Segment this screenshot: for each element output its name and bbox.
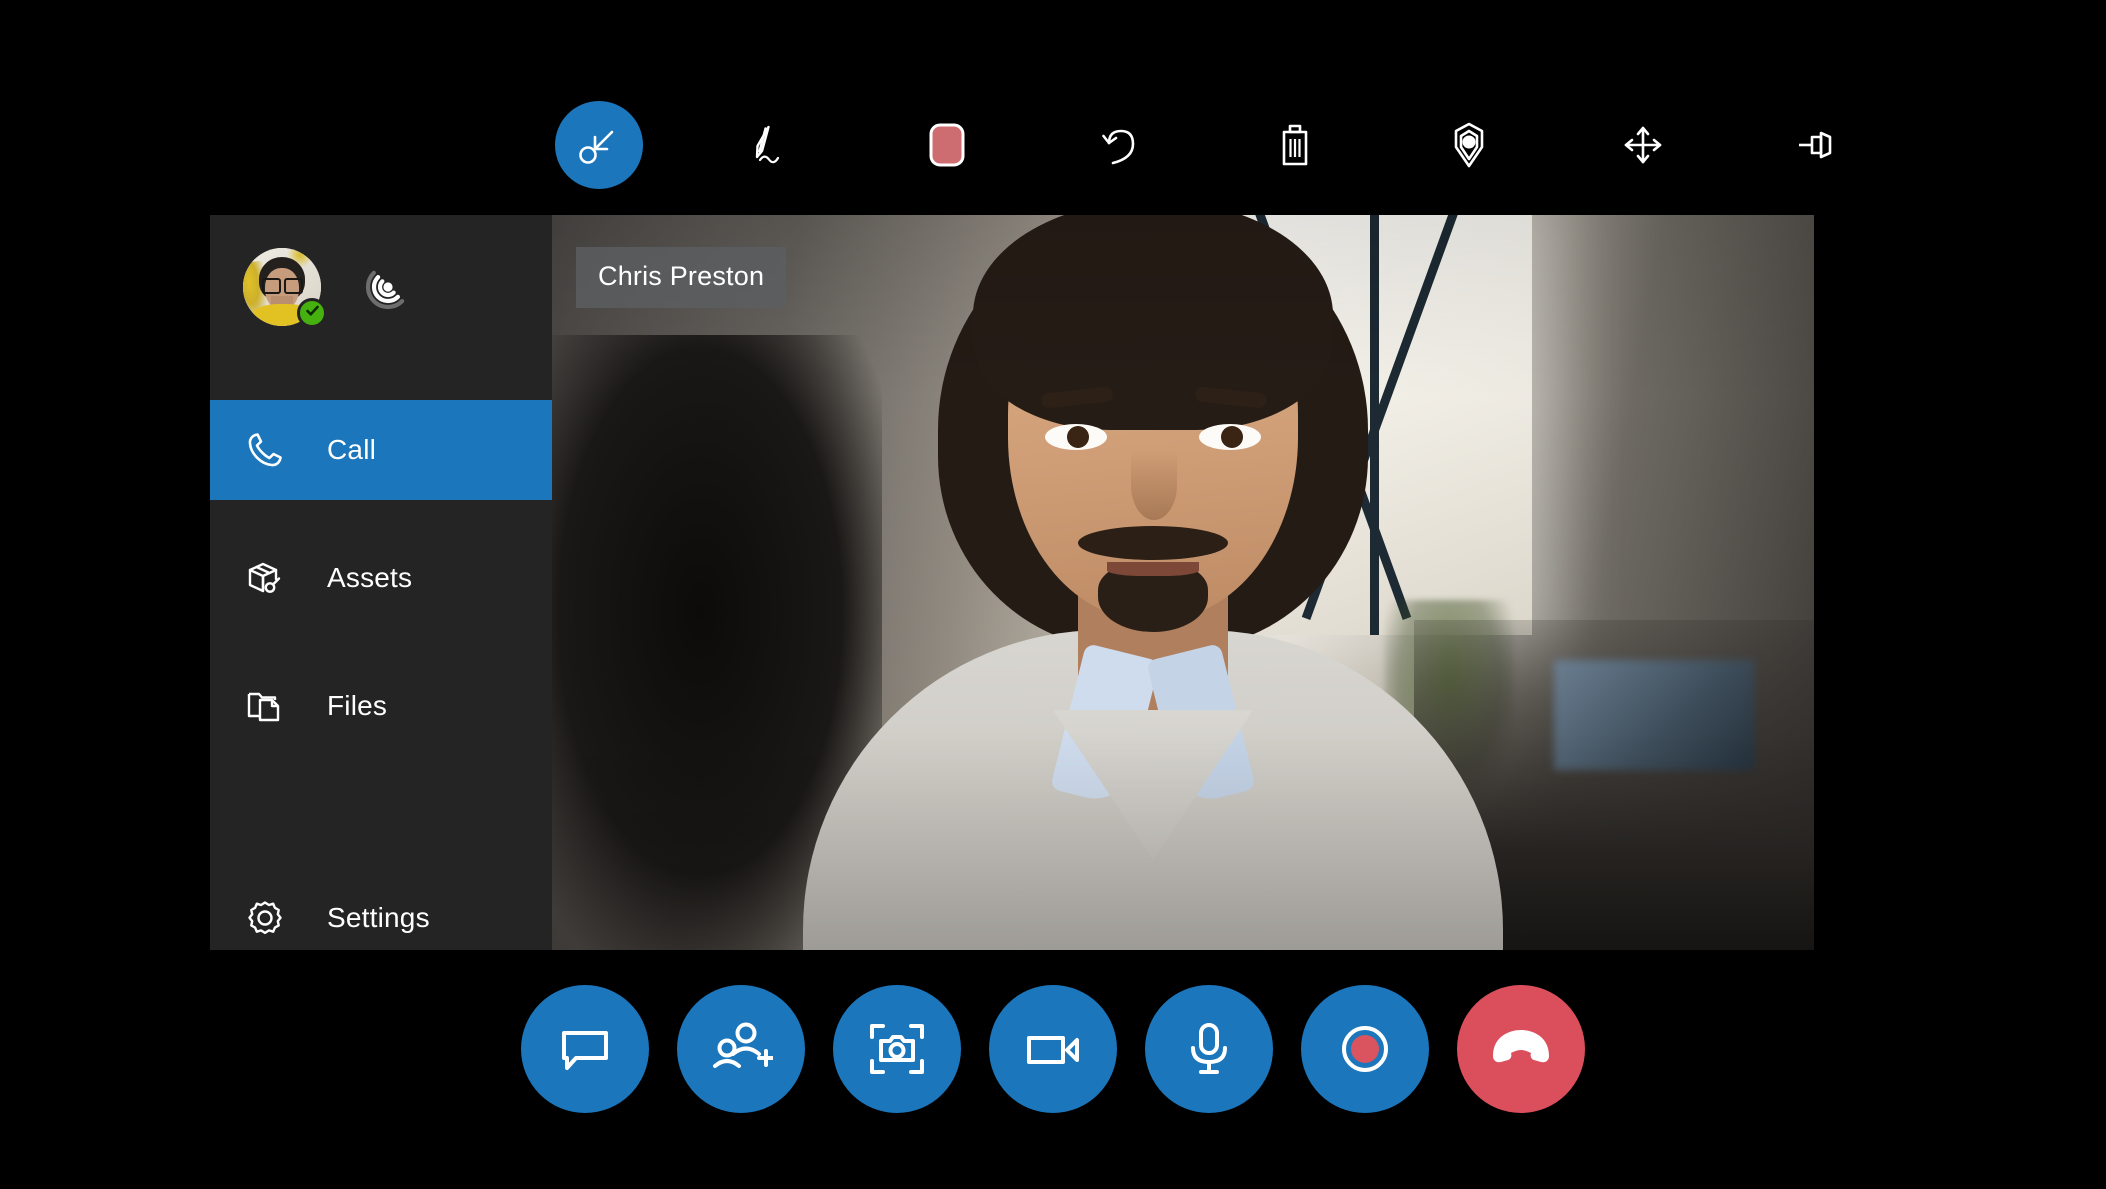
camera-capture-icon (866, 1018, 928, 1080)
annotation-toolbar (555, 90, 1832, 200)
add-person-icon (709, 1018, 773, 1080)
box-wrench-icon (243, 556, 287, 600)
toolbar-button-select-point[interactable] (555, 101, 643, 189)
chat-button[interactable] (521, 985, 649, 1113)
move-arrows-icon (1619, 121, 1667, 169)
sidebar-item-settings[interactable]: Settings (210, 868, 552, 968)
hang-up-button[interactable] (1457, 985, 1585, 1113)
toolbar-button-pin[interactable] (1773, 101, 1861, 189)
video-feed[interactable]: Chris Preston (552, 215, 1814, 950)
chat-bubble-icon (554, 1018, 616, 1080)
pushpin-icon (1791, 123, 1843, 167)
toolbar-button-undo[interactable] (1077, 101, 1165, 189)
signal-strength-icon (356, 255, 420, 319)
toolbar-button-delete[interactable] (1251, 101, 1339, 189)
call-app-window: Call Assets Files Settings Chris Preston (0, 0, 2106, 1189)
toolbar-button-draw[interactable] (729, 101, 817, 189)
toolbar-button-color[interactable] (903, 101, 991, 189)
sidebar-item-label: Call (327, 434, 377, 465)
sidebar-item-call[interactable]: Call (210, 400, 552, 500)
profile-row (210, 215, 552, 400)
video-camera-icon (1021, 1018, 1085, 1080)
record-icon (1334, 1018, 1396, 1080)
camera-toggle-button[interactable] (989, 985, 1117, 1113)
participant-name-tag: Chris Preston (576, 247, 787, 308)
toolbar-button-marker[interactable] (1425, 101, 1513, 189)
video-vignette (552, 215, 1814, 950)
color-swatch-icon (926, 121, 968, 169)
avatar[interactable] (243, 248, 327, 328)
record-button[interactable] (1301, 985, 1429, 1113)
location-marker-icon (1444, 119, 1494, 171)
sidebar-item-files[interactable]: Files (210, 656, 552, 756)
sidebar-item-label: Assets (327, 562, 413, 593)
gear-icon (243, 896, 287, 940)
microphone-toggle-button[interactable] (1145, 985, 1273, 1113)
sidebar: Call Assets Files Settings (210, 215, 552, 950)
toolbar-button-move[interactable] (1599, 101, 1687, 189)
sidebar-item-label: Files (327, 690, 388, 721)
sidebar-item-label: Settings (327, 902, 430, 933)
folder-document-icon (243, 684, 287, 728)
undo-icon (1096, 120, 1146, 170)
add-participant-button[interactable] (677, 985, 805, 1113)
phone-icon (243, 428, 287, 472)
status-badge (297, 298, 327, 328)
trash-icon (1273, 120, 1317, 170)
check-icon (304, 302, 321, 324)
pen-icon (747, 119, 799, 171)
call-controls-bar (0, 985, 2106, 1113)
sidebar-item-assets[interactable]: Assets (210, 528, 552, 628)
point-arrow-icon (574, 120, 624, 170)
microphone-icon (1180, 1017, 1238, 1081)
hang-up-phone-icon (1485, 1018, 1557, 1080)
snapshot-button[interactable] (833, 985, 961, 1113)
